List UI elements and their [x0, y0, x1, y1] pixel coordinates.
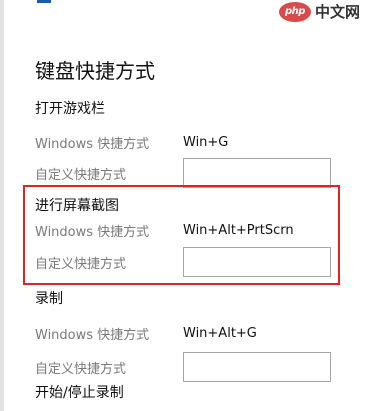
windows-shortcut-row: Windows 快捷方式 Win+Alt+G	[35, 323, 331, 343]
windows-shortcut-value: Win+Alt+G	[183, 325, 257, 341]
highlight-annotation-box	[23, 185, 340, 285]
custom-shortcut-input[interactable]	[183, 352, 331, 382]
custom-shortcut-label: 自定义快捷方式	[35, 361, 127, 377]
windows-shortcut-row: Windows 快捷方式 Win+G	[35, 132, 331, 152]
section-start-stop-recording: 开始/停止录制	[35, 383, 124, 403]
windows-shortcut-value: Win+G	[183, 134, 229, 150]
window-edge	[0, 0, 4, 411]
custom-shortcut-input[interactable]	[183, 158, 331, 188]
custom-shortcut-label: 自定义快捷方式	[35, 167, 127, 183]
section-title: 开始/停止录制	[35, 385, 124, 401]
watermark: php 中文网	[278, 1, 360, 22]
section-record: 录制 Windows 快捷方式 Win+Alt+G 自定义快捷方式	[35, 289, 331, 383]
php-logo-icon: php	[278, 1, 311, 22]
watermark-text: 中文网	[314, 3, 360, 21]
section-title: 打开游戏栏	[35, 101, 105, 117]
section-open-game-bar: 打开游戏栏 Windows 快捷方式 Win+G 自定义快捷方式	[35, 99, 331, 189]
page-title: 键盘快捷方式	[35, 59, 155, 83]
top-accent-bar	[37, 0, 51, 3]
section-title: 录制	[35, 291, 63, 307]
windows-shortcut-label: Windows 快捷方式	[35, 136, 150, 152]
custom-shortcut-row: 自定义快捷方式	[35, 351, 331, 383]
windows-shortcut-label: Windows 快捷方式	[35, 327, 150, 343]
